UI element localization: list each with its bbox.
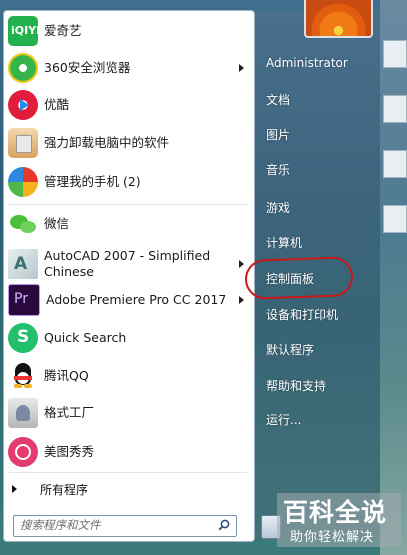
youku-icon: [8, 90, 38, 120]
program-label: 腾讯QQ: [44, 368, 89, 383]
watermark-subtitle: 助你轻松解决: [290, 530, 375, 545]
program-item[interactable]: S Quick Search: [3, 320, 253, 356]
divider: [9, 204, 247, 205]
run-link[interactable]: 运行...: [266, 411, 301, 428]
program-item[interactable]: 微信: [3, 206, 253, 242]
desktop-file-icon[interactable]: [383, 205, 407, 233]
program-item[interactable]: 美图秀秀: [3, 434, 253, 470]
desktop-file-icon[interactable]: [383, 95, 407, 123]
program-item[interactable]: Pr Adobe Premiere Pro CC 2017: [3, 282, 253, 318]
uninstall-icon: [8, 128, 38, 158]
search-icon[interactable]: [218, 519, 230, 531]
program-label-line2: Chinese: [44, 264, 94, 279]
computer-link[interactable]: 计算机: [266, 234, 302, 251]
program-item[interactable]: 管理我的手机 (2): [3, 164, 253, 200]
program-label: 爱奇艺: [44, 23, 82, 38]
program-item[interactable]: 强力卸载电脑中的软件: [3, 125, 253, 161]
meitu-icon: [8, 437, 38, 467]
premiere-icon: Pr: [8, 284, 40, 316]
pictures-link[interactable]: 图片: [266, 126, 290, 143]
watermark-title: 百科全说: [283, 498, 388, 527]
devices-printers-link[interactable]: 设备和打印机: [266, 306, 338, 323]
program-label: 强力卸载电脑中的软件: [44, 135, 170, 150]
submenu-arrow-icon[interactable]: [239, 260, 244, 268]
autocad-icon: A: [8, 249, 38, 279]
program-label: 美图秀秀: [44, 444, 95, 459]
help-support-link[interactable]: 帮助和支持: [266, 377, 326, 394]
all-programs-button[interactable]: 所有程序: [3, 478, 253, 500]
program-item[interactable]: 格式工厂: [3, 395, 253, 431]
format-factory-icon: [8, 398, 38, 428]
program-item[interactable]: iQIYI 爱奇艺: [3, 13, 253, 49]
program-item[interactable]: A AutoCAD 2007 - Simplified Chinese: [3, 245, 253, 283]
divider: [9, 472, 247, 473]
games-link[interactable]: 游戏: [266, 199, 290, 216]
default-programs-link[interactable]: 默认程序: [266, 341, 314, 358]
program-label: 管理我的手机 (2): [44, 174, 141, 189]
search-box: [13, 515, 237, 537]
iqiyi-icon: iQIYI: [8, 16, 40, 46]
program-label: 360安全浏览器: [44, 60, 131, 75]
user-name-link[interactable]: Administrator: [266, 56, 348, 70]
all-programs-label: 所有程序: [40, 482, 89, 497]
program-label: 微信: [44, 216, 70, 231]
highlight-annotation: [244, 256, 354, 300]
desktop-file-icon[interactable]: [383, 150, 407, 178]
program-label: Quick Search: [44, 330, 127, 345]
search-input[interactable]: [14, 516, 216, 534]
program-label: Adobe Premiere Pro CC 2017: [46, 292, 227, 307]
wechat-icon: [8, 209, 38, 239]
music-link[interactable]: 音乐: [266, 161, 290, 178]
360-browser-icon: [8, 53, 38, 83]
desktop-file-icon[interactable]: [383, 40, 407, 68]
submenu-arrow-icon[interactable]: [239, 64, 244, 72]
program-item[interactable]: 腾讯QQ: [3, 358, 253, 394]
submenu-arrow-icon[interactable]: [239, 296, 244, 304]
program-label: 格式工厂: [44, 405, 95, 420]
program-item[interactable]: 360安全浏览器: [3, 50, 253, 86]
desktop-edge: [380, 0, 407, 555]
program-item[interactable]: 优酷: [3, 87, 253, 123]
phone-manager-icon: [8, 167, 38, 197]
program-label: AutoCAD 2007 - Simplified: [44, 248, 211, 263]
quick-search-icon: S: [8, 323, 38, 353]
user-avatar[interactable]: [304, 0, 373, 38]
qq-icon: [8, 361, 38, 391]
program-label: 优酷: [44, 97, 70, 112]
documents-link[interactable]: 文档: [266, 91, 290, 108]
expand-arrow-icon: [12, 485, 17, 493]
watermark: 百科全说 助你轻松解决: [277, 493, 401, 547]
